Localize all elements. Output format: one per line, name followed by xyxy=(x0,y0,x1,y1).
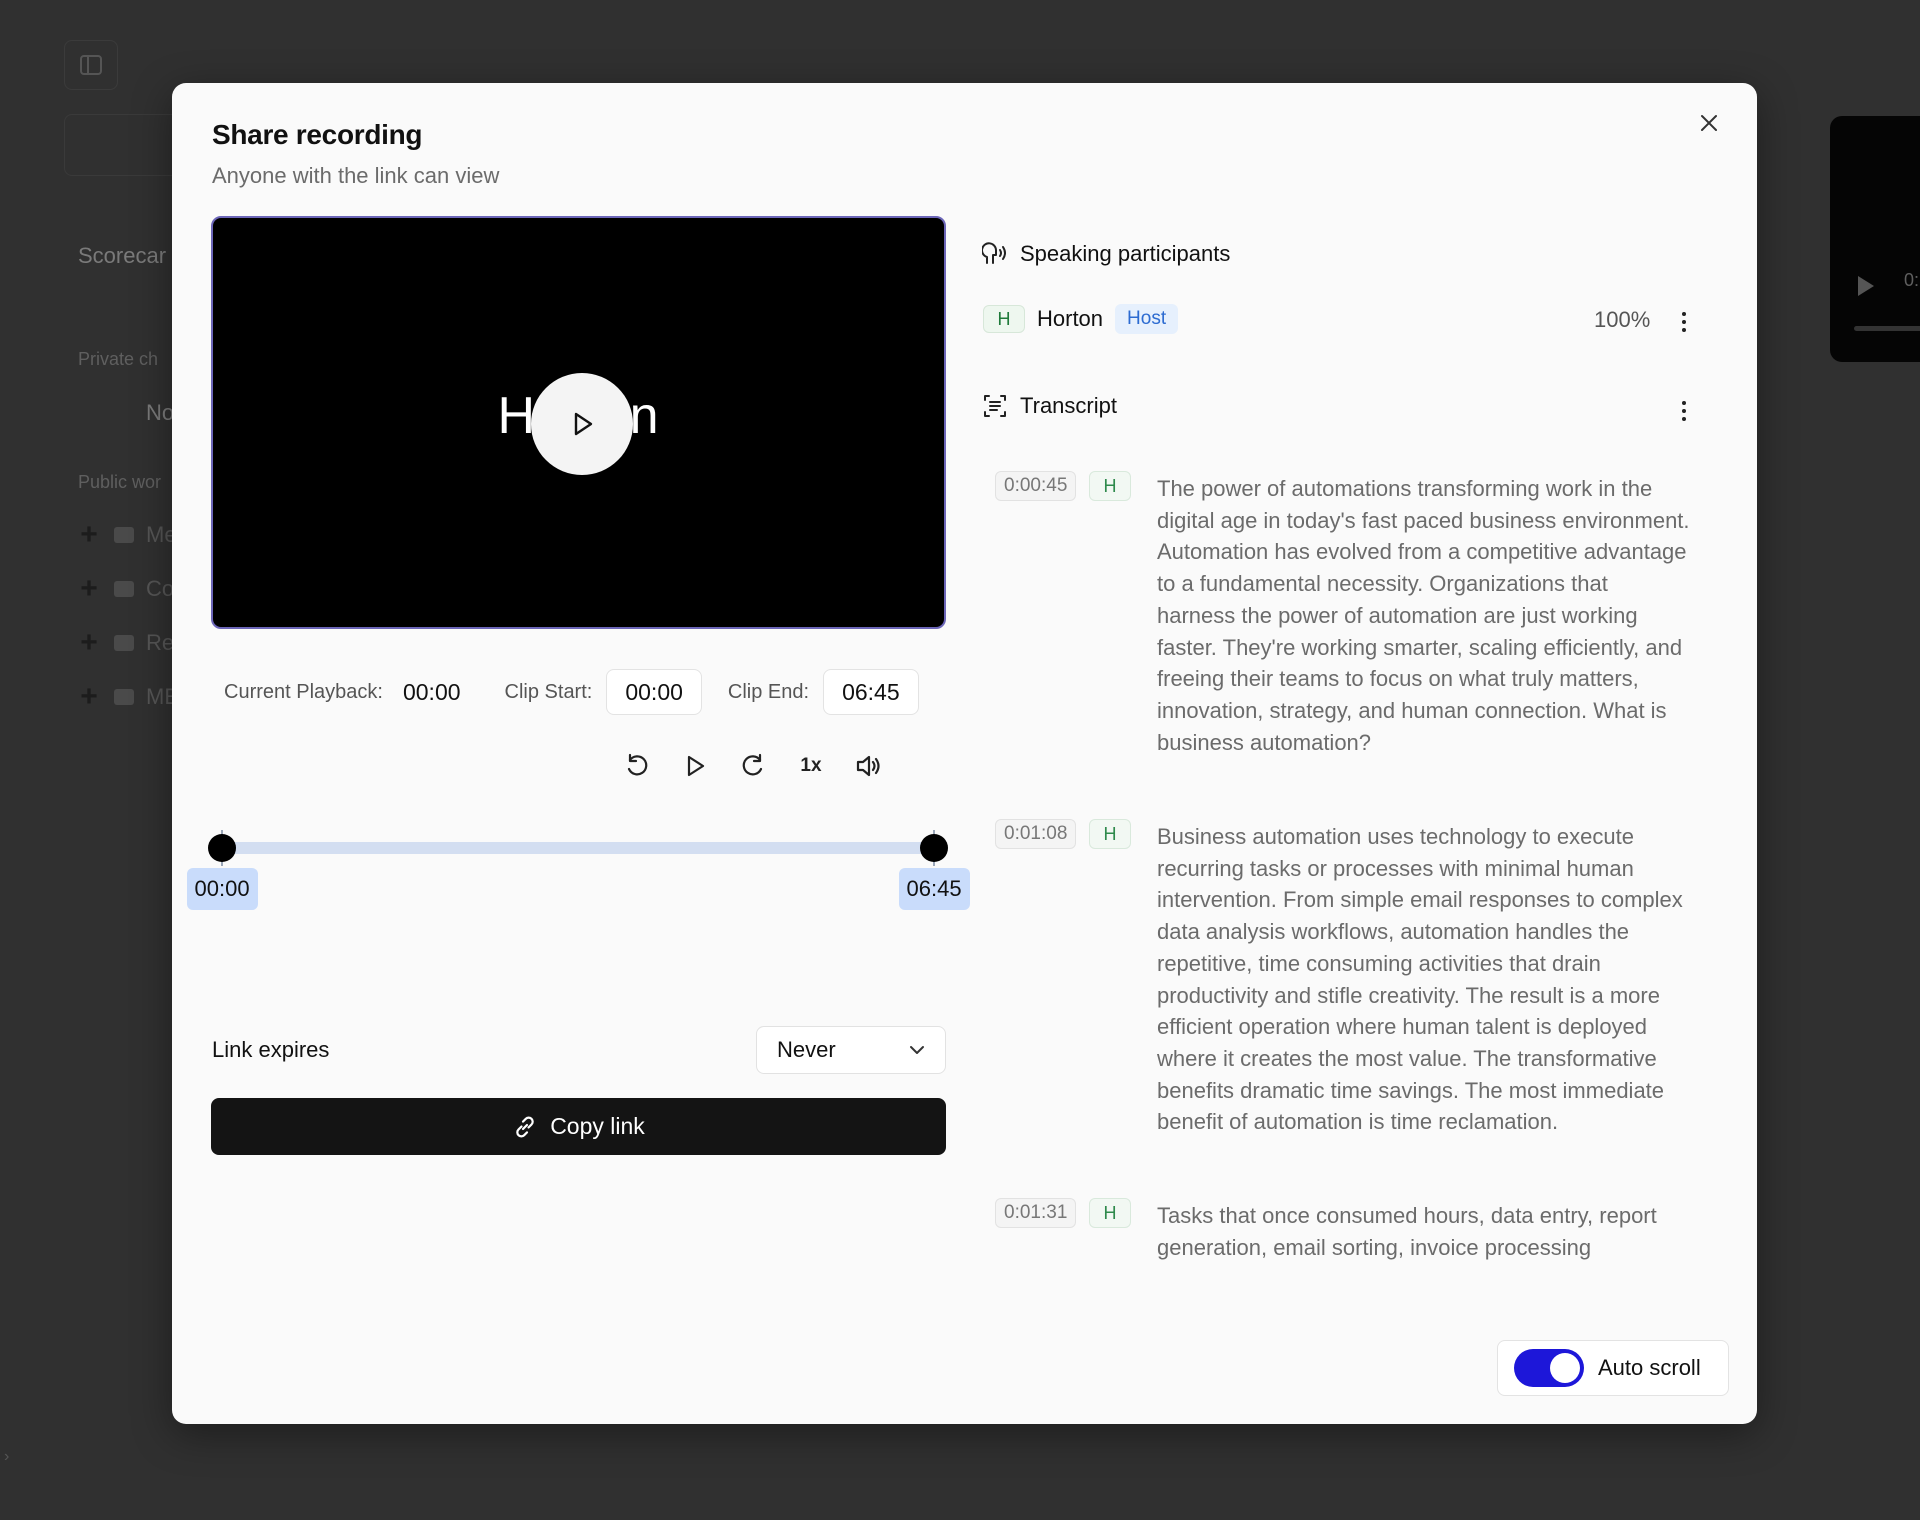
clip-start-badge: 00:00 xyxy=(186,868,258,910)
transcript-header: Transcript xyxy=(982,393,1117,419)
bg-public-item: + ME xyxy=(76,680,179,714)
bg-private-item: No xyxy=(146,400,175,425)
playback-controls: 1x xyxy=(620,745,886,787)
link-expires-select[interactable]: Never xyxy=(756,1026,946,1074)
plus-icon: + xyxy=(80,572,98,605)
chart-emoji-icon xyxy=(114,689,134,705)
participant-name: Horton xyxy=(1037,306,1104,331)
clip-end-label: Clip End: xyxy=(727,680,810,703)
emoji-icon xyxy=(114,581,134,597)
close-icon xyxy=(1701,115,1717,131)
playback-speed-button[interactable]: 1x xyxy=(794,755,828,777)
speaking-participants-header: Speaking participants xyxy=(982,241,1230,267)
video-play-button[interactable] xyxy=(531,373,633,475)
host-badge: Host xyxy=(1115,304,1179,334)
bg-section-public: Public wor xyxy=(78,472,162,492)
speaking-head-icon xyxy=(982,242,1006,264)
share-recording-modal: Share recording Anyone with the link can… xyxy=(172,83,1757,1424)
current-playback-label: Current Playback: xyxy=(224,680,383,703)
copy-link-label: Copy link xyxy=(550,1113,645,1139)
bg-video-player: 0: xyxy=(1830,116,1920,362)
play-icon xyxy=(687,755,705,777)
bg-video-time: 0: xyxy=(1904,270,1920,290)
clip-times-row: Current Playback: 00:00 Clip Start: 00:0… xyxy=(224,668,919,716)
clip-range-track[interactable] xyxy=(222,842,934,854)
bg-public-item: + Co xyxy=(76,572,174,606)
plus-icon: + xyxy=(80,680,98,713)
transcript-text: The power of automations transforming wo… xyxy=(1157,476,1690,755)
modal-title: Share recording xyxy=(212,119,423,150)
clip-start-label: Clip Start: xyxy=(504,680,593,703)
forward-button[interactable] xyxy=(736,749,770,783)
clip-range-fill xyxy=(222,842,934,854)
switch-knob xyxy=(1550,1353,1580,1383)
link-expires-value: Never xyxy=(777,1037,836,1062)
link-expires-label: Link expires xyxy=(212,1037,330,1062)
transcript-timestamp[interactable]: 0:00:45 xyxy=(995,471,1077,501)
volume-button[interactable] xyxy=(852,749,886,783)
emoji-icon xyxy=(114,527,134,543)
play-icon xyxy=(574,412,593,436)
bg-public-item: + Me xyxy=(76,518,176,552)
transcript-icon xyxy=(984,395,1006,417)
participant-row: H Horton Host xyxy=(983,304,1179,334)
copy-link-button[interactable]: Copy link xyxy=(211,1098,946,1155)
clip-end-input[interactable]: 06:45 xyxy=(823,669,919,715)
auto-scroll-switch[interactable] xyxy=(1514,1349,1584,1387)
clip-end-badge: 06:45 xyxy=(898,868,970,910)
rewind-icon xyxy=(627,753,648,776)
bg-public-item: + Re xyxy=(76,626,174,660)
transcript-menu-button[interactable] xyxy=(1670,394,1698,428)
modal-subtitle: Anyone with the link can view xyxy=(212,163,500,188)
forward-icon xyxy=(742,753,763,776)
transcript-timestamp[interactable]: 0:01:08 xyxy=(995,819,1077,849)
auto-scroll-label: Auto scroll xyxy=(1598,1355,1701,1380)
volume-icon xyxy=(856,755,880,777)
play-icon xyxy=(1858,276,1874,296)
speaking-participants-title: Speaking participants xyxy=(1020,241,1231,266)
transcript-speaker: H xyxy=(1089,1198,1131,1228)
sidebar-icon xyxy=(80,55,102,75)
video-player[interactable]: Horton xyxy=(211,216,946,629)
participant-avatar: H xyxy=(983,305,1025,333)
sidebar-toggle-button[interactable] xyxy=(64,40,118,90)
bg-section-scorecards: Scorecar xyxy=(78,243,167,268)
close-button[interactable] xyxy=(1691,105,1727,141)
clip-start-input[interactable]: 00:00 xyxy=(606,669,702,715)
link-icon xyxy=(516,1116,534,1137)
plus-icon: + xyxy=(80,518,98,551)
participant-speaking-percent: 100% xyxy=(1594,307,1651,332)
transcript-speaker: H xyxy=(1089,819,1131,849)
rewind-button[interactable] xyxy=(620,749,654,783)
transcript-speaker: H xyxy=(1089,471,1131,501)
current-playback-value: 00:00 xyxy=(402,678,461,705)
transcript-timestamp[interactable]: 0:01:31 xyxy=(995,1198,1077,1228)
clip-end-handle[interactable] xyxy=(920,834,948,862)
play-button[interactable] xyxy=(678,749,712,783)
plus-icon: + xyxy=(80,626,98,659)
clip-start-handle[interactable] xyxy=(208,834,236,862)
participant-menu-button[interactable] xyxy=(1670,305,1698,339)
emoji-icon xyxy=(114,635,134,651)
bg-section-private: Private ch xyxy=(78,349,159,369)
bg-video-progress xyxy=(1854,326,1920,331)
auto-scroll-toggle[interactable]: Auto scroll xyxy=(1497,1340,1729,1396)
transcript-text: Tasks that once consumed hours, data ent… xyxy=(1157,1203,1657,1260)
chevron-right-icon: › xyxy=(4,1448,10,1465)
transcript-text: Business automation uses technology to e… xyxy=(1157,824,1683,1135)
transcript-title: Transcript xyxy=(1020,393,1117,418)
chevron-down-icon xyxy=(910,1046,924,1054)
